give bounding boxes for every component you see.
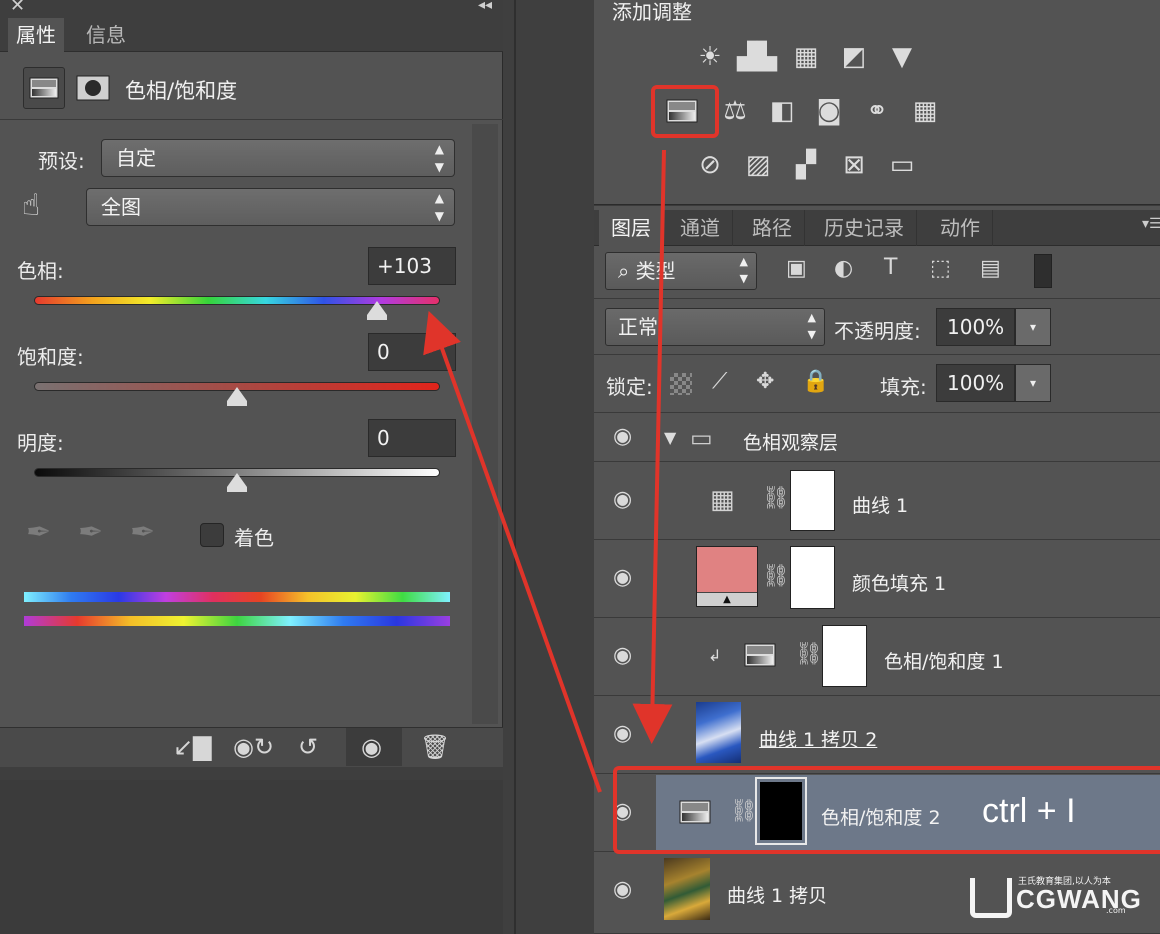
arrow-adjust-to-layer: [632, 149, 673, 744]
watermark-w-mark: [970, 878, 1012, 918]
arrow-layer-to-hue-slider: [423, 310, 602, 793]
annotation-arrows: [423, 149, 673, 793]
watermark-domain: .com: [1106, 906, 1126, 915]
